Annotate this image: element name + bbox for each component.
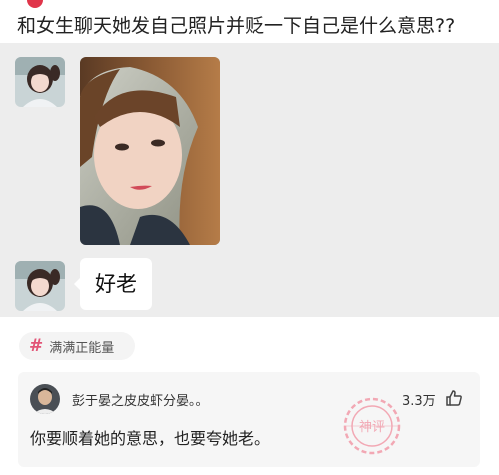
- chat-screenshot: 好老: [0, 43, 499, 317]
- sender-avatar: [15, 57, 65, 107]
- topic-tag-label: 满满正能量: [49, 340, 115, 356]
- selfie-photo[interactable]: [80, 57, 220, 245]
- topic-tag[interactable]: # 满满正能量: [19, 332, 135, 360]
- stamp-icon: 神评: [343, 397, 401, 455]
- top-comment-card[interactable]: 彭于晏之皮皮虾分晏。。 神评 3.3万 你要顺着她的意思，也要夸她老。: [18, 372, 480, 467]
- comment-text: 你要顺着她的意思，也要夸她老。: [30, 429, 271, 448]
- like-icon[interactable]: [444, 388, 464, 408]
- hash-icon: #: [29, 336, 44, 356]
- commenter-username[interactable]: 彭于晏之皮皮虾分晏。。: [72, 390, 209, 409]
- commenter-avatar[interactable]: [30, 384, 60, 414]
- chat-message-bubble: 好老: [74, 258, 152, 310]
- like-count: 3.3万: [402, 394, 436, 409]
- sender-avatar: [15, 261, 65, 311]
- app-logo: [27, 0, 43, 8]
- question-title: 和女生聊天她发自己照片并贬一下自己是什么意思??: [17, 15, 456, 37]
- stamp-label: 神评: [359, 420, 385, 435]
